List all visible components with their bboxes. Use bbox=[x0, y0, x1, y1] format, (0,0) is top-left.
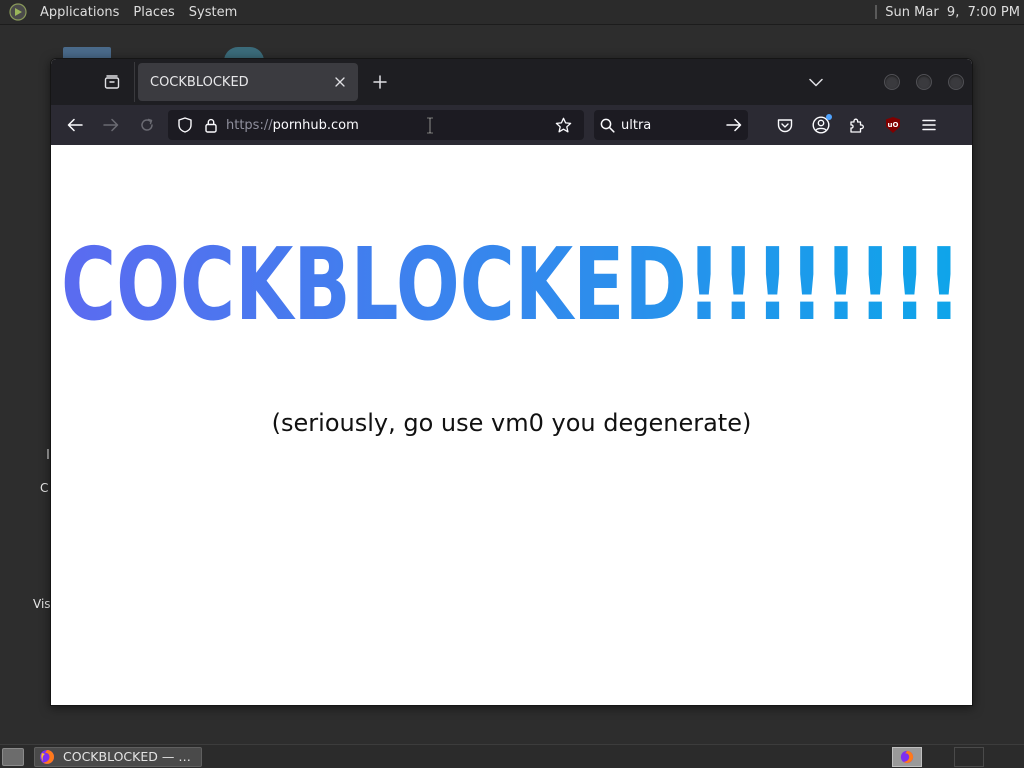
workspace-1[interactable] bbox=[892, 746, 922, 767]
desktop-icon-label[interactable]: Vis bbox=[33, 597, 51, 611]
shield-icon bbox=[178, 117, 192, 133]
arrow-left-icon bbox=[67, 118, 83, 132]
bottom-panel: COCKBLOCKED — … bbox=[0, 744, 1024, 768]
tab-close-button[interactable] bbox=[330, 72, 350, 92]
tracking-protection-button[interactable] bbox=[174, 114, 196, 136]
menu-applications[interactable]: Applications bbox=[33, 5, 126, 20]
desktop-icon-label[interactable]: C bbox=[40, 481, 48, 495]
text-cursor-icon bbox=[427, 117, 433, 134]
url-bar[interactable]: https://pornhub.com bbox=[168, 110, 584, 140]
firefox-view-button[interactable] bbox=[96, 66, 128, 98]
hamburger-menu-icon bbox=[922, 119, 936, 131]
blocked-subline: (seriously, go use vm0 you degenerate) bbox=[271, 409, 752, 437]
close-icon bbox=[335, 77, 345, 87]
taskbar-window-title: COCKBLOCKED — … bbox=[63, 749, 191, 764]
ublock-origin-button[interactable]: uO bbox=[877, 109, 909, 141]
taskbar-window-button[interactable]: COCKBLOCKED — … bbox=[34, 746, 202, 767]
workspace-2[interactable] bbox=[954, 746, 984, 767]
tab-separator bbox=[134, 62, 135, 102]
blocked-headline: COCKBLOCKED!!!!!!!! bbox=[61, 226, 961, 333]
url-scheme: https:// bbox=[226, 117, 273, 133]
star-icon bbox=[555, 117, 571, 132]
search-icon bbox=[600, 118, 615, 133]
distro-logo-icon[interactable] bbox=[9, 3, 27, 21]
firefox-icon bbox=[40, 749, 54, 764]
clock[interactable]: Sun Mar 9, 7:00 PM bbox=[875, 5, 1024, 20]
nav-bar: https://pornhub.com ultra uO bbox=[51, 105, 972, 145]
show-desktop-button[interactable] bbox=[2, 747, 24, 766]
search-go-arrow-icon[interactable] bbox=[726, 118, 742, 132]
url-text[interactable]: https://pornhub.com bbox=[226, 118, 552, 133]
lock-icon bbox=[205, 118, 217, 133]
pocket-icon bbox=[777, 118, 793, 132]
app-menu-button[interactable] bbox=[913, 109, 945, 141]
firefox-view-icon bbox=[104, 75, 120, 89]
pocket-button[interactable] bbox=[769, 109, 801, 141]
new-tab-button[interactable] bbox=[366, 68, 394, 96]
menu-system[interactable]: System bbox=[182, 5, 244, 20]
chevron-down-icon bbox=[809, 78, 823, 86]
reload-button[interactable] bbox=[131, 109, 163, 141]
search-input[interactable]: ultra bbox=[621, 118, 726, 133]
firefox-icon bbox=[900, 750, 914, 763]
puzzle-piece-icon bbox=[849, 118, 864, 133]
back-button[interactable] bbox=[59, 109, 91, 141]
desktop-icon-fragment bbox=[47, 449, 49, 459]
account-button[interactable] bbox=[805, 109, 837, 141]
tab-bar: COCKBLOCKED bbox=[51, 59, 972, 105]
page-content: COCKBLOCKED!!!!!!!! (seriously, go use v… bbox=[51, 145, 972, 705]
arrow-right-icon bbox=[103, 118, 119, 132]
forward-button[interactable] bbox=[95, 109, 127, 141]
notification-dot bbox=[826, 114, 832, 120]
tab-title: COCKBLOCKED bbox=[150, 74, 249, 90]
url-host: pornhub.com bbox=[272, 117, 359, 133]
site-info-button[interactable] bbox=[200, 114, 222, 136]
ublock-origin-icon: uO bbox=[886, 117, 900, 133]
close-window-button[interactable] bbox=[948, 74, 964, 90]
tab-active[interactable]: COCKBLOCKED bbox=[138, 63, 358, 101]
bookmark-star-button[interactable] bbox=[552, 114, 574, 136]
headline-text: COCKBLOCKED!!!!!!!! bbox=[61, 226, 961, 333]
list-all-tabs-button[interactable] bbox=[802, 68, 830, 96]
top-panel: Applications Places System Sun Mar 9, 7:… bbox=[0, 0, 1024, 25]
browser-window: COCKBLOCKED https://pornhub.com ultra uO… bbox=[50, 58, 973, 706]
maximize-button[interactable] bbox=[916, 74, 932, 90]
panel-separator bbox=[875, 5, 878, 19]
clock-text: Sun Mar 9, 7:00 PM bbox=[885, 4, 1020, 20]
minimize-button[interactable] bbox=[884, 74, 900, 90]
menu-places[interactable]: Places bbox=[126, 5, 181, 20]
extensions-button[interactable] bbox=[841, 109, 873, 141]
reload-icon bbox=[141, 118, 153, 131]
plus-icon bbox=[373, 75, 387, 89]
search-bar[interactable]: ultra bbox=[594, 110, 748, 140]
